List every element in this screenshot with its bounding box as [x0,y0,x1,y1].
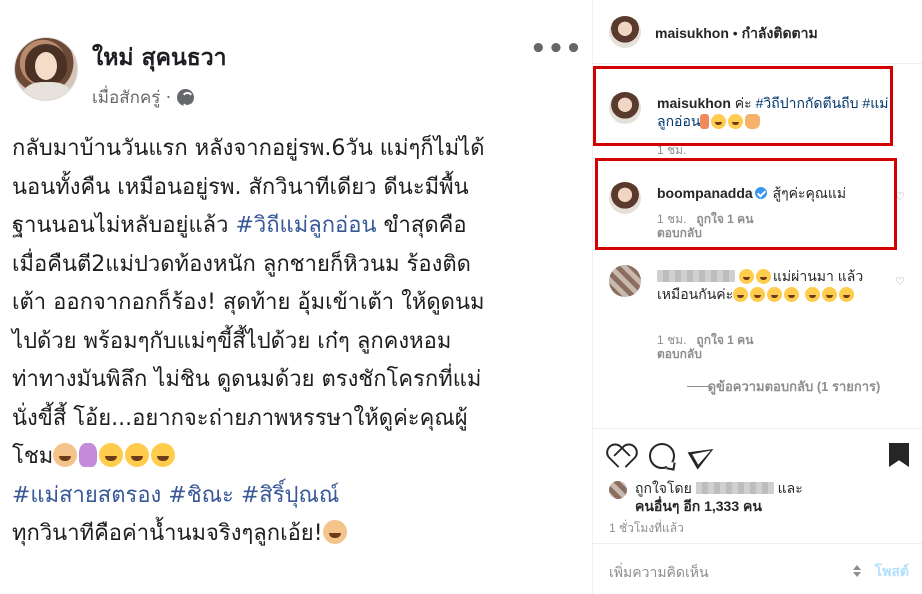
grinning-emoji-icon [750,287,766,302]
laughing-tears-emoji-icon [151,443,176,467]
comment-likes[interactable]: ถูกใจ 1 คน [696,333,753,347]
add-comment-bar: เพิ่มความคิดเห็น โพสต์ [593,543,922,594]
blurred-username[interactable] [695,482,774,494]
comment-meta: 1 ชม. ถูกใจ 1 คน ตอบกลับ [657,333,753,361]
grinning-emoji-icon [784,287,800,302]
bookmark-icon[interactable] [889,443,909,467]
header-username[interactable]: maisukhon [655,25,729,41]
fb-line: ไปด้วย พร้อมๆกับแม่ๆขี้สี้ไปด้วย เก๋ๆ ลู… [12,328,452,354]
instagram-sidebar: maisukhon • กำลังติดตาม maisukhon ค่ะ #ว… [592,0,922,594]
fb-line: เมื่อคืนตี2แม่ปวดท้องหนัก ลูกชายก็หิวนม … [12,251,471,277]
grinning-emoji-icon [755,269,771,284]
pregnant-woman-emoji-icon [79,443,98,467]
view-replies-label[interactable]: ดูข้อความตอบกลับ (1 รายการ) [708,379,881,394]
likes-others-link[interactable]: คนอื่นๆ อีก 1,333 คน [635,498,762,514]
avatar[interactable] [609,265,641,297]
blurred-username[interactable] [657,270,735,282]
comment-time: 1 ชม. [657,333,687,347]
fb-line: กลับมาบ้านวันแรก หลังจากอยู่รพ.6วัน แม่ๆ… [12,136,485,161]
facebook-post-image: ใหม่ สุคนธวา เมื่อสักครู่ · ••• กลับมาบ้… [0,0,592,594]
like-heart-icon[interactable] [607,443,633,469]
likes-text: ถูกใจโดย และ คนอื่นๆ อีก 1,333 คน [635,480,803,514]
fb-line: ท่าทางมันพิลึก ไม่ชิน ดูดนมด้วย ตรงชักโค… [12,367,482,392]
fb-line: ทุกวินาทีคือค่าน้ำนมจริงๆลูกเอ้ย! [12,515,582,554]
fb-author-name: ใหม่ สุคนธวา [92,45,227,71]
highlight-box [593,66,893,146]
fb-post-body: กลับมาบ้านวันแรก หลังจากอยู่รพ.6วัน แม่ๆ… [12,130,582,554]
rofl-emoji-icon [822,287,838,302]
ig-post-header: maisukhon • กำลังติดตาม [593,0,922,64]
fb-author-avatar [14,37,78,101]
baby-emoji-icon [322,520,347,544]
grinning-sweat-emoji-icon [99,443,124,467]
fb-line: โชม [12,438,582,477]
rofl-emoji-icon [839,287,855,302]
fb-hashtags: #แม่สายสตรอง #ชิณะ #สิริ์ปุณณ์ [12,482,340,508]
more-options-icon: ••• [530,34,583,64]
comment-text: แม่ผ่านมา แล้วเหมือนกันค่ะ [657,268,864,302]
rofl-emoji-icon [805,287,821,302]
fb-line: นอนทั้งคืน เหมือนอยู่รพ. สักวินาทีเดียว … [12,174,469,200]
comment-item: แม่ผ่านมา แล้วเหมือนกันค่ะ ♡ 1 ชม. ถูกใจ… [609,265,907,365]
reply-button[interactable]: ตอบกลับ [657,347,702,361]
comment-icon[interactable] [649,443,675,469]
fb-post-time: เมื่อสักครู่ · [92,84,195,111]
header-line: maisukhon • กำลังติดตาม [655,23,818,45]
fb-line: ฐานนอนไม่หลับอยู่แล้ว #วิถีแม่ลูกอ่อน ขำ… [12,213,467,238]
fb-time-label: เมื่อสักครู่ · [92,88,172,108]
divider [687,386,709,387]
share-send-icon[interactable] [691,443,717,469]
liker-avatar [609,481,627,499]
post-time-ago: 1 ชั่วโมงที่แล้ว [609,521,684,535]
view-replies-button[interactable]: ดูข้อความตอบกลับ (1 รายการ) [687,378,899,396]
post-actions: ถูกใจโดย และ คนอื่นๆ อีก 1,333 คน 1 ชั่ว… [593,428,922,594]
separator-dot: • [732,25,738,41]
following-button[interactable]: กำลังติดตาม [742,25,818,41]
like-comment-icon[interactable]: ♡ [895,275,905,288]
fb-line: เต้า ออกจากอกก็ร้อง! สุดท้าย อุ้มเข้าเต้… [12,290,485,315]
fb-hashtag: #วิถีแม่ลูกอ่อน [235,213,377,238]
grinning-emoji-icon [733,287,749,302]
highlight-box [595,158,897,250]
baby-emoji-icon [53,443,78,467]
sort-icon [853,565,861,577]
grinning-emoji-icon [767,287,783,302]
grinning-emoji-icon [125,443,150,467]
avatar[interactable] [609,16,641,48]
grinning-emoji-icon [738,269,754,284]
post-button[interactable]: โพสต์ [875,561,909,583]
globe-icon [177,89,195,107]
comment-input[interactable]: เพิ่มความคิดเห็น [609,562,709,584]
fb-line: นั่งขี้สี้ โอ้ย...อยากจะถ่ายภาพหรรษาให้ด… [12,405,468,431]
